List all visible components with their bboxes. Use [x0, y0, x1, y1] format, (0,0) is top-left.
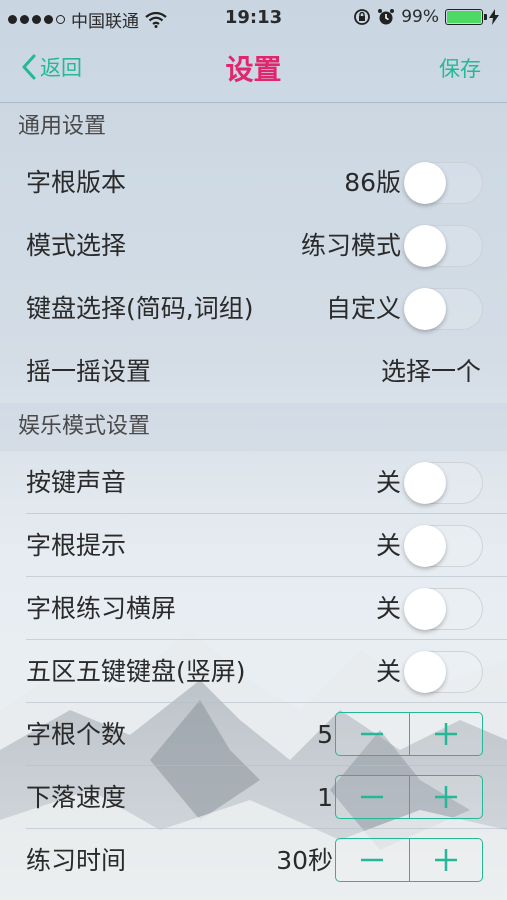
toggle-switch[interactable]	[404, 162, 483, 204]
battery-icon	[445, 9, 487, 25]
decrement-button[interactable]	[336, 839, 409, 881]
status-bar: 中国联通 19:13 99%	[0, 0, 507, 36]
row-label: 字根版本	[26, 168, 127, 197]
toggle-switch[interactable]	[404, 225, 483, 267]
settings-row-landscape-practice[interactable]: 字根练习横屏 关	[0, 577, 507, 640]
status-right: 99%	[353, 7, 499, 27]
toggle-knob	[404, 651, 446, 693]
row-label: 练习时间	[26, 846, 127, 875]
settings-row-shake-setting[interactable]: 摇一摇设置 选择一个	[0, 340, 507, 403]
increment-button[interactable]	[408, 713, 483, 755]
row-label: 字根练习横屏	[26, 594, 177, 623]
quantity-stepper	[335, 838, 483, 882]
settings-row-radical-hint[interactable]: 字根提示 关	[0, 514, 507, 577]
page-title: 设置	[225, 53, 282, 86]
increment-button[interactable]	[408, 839, 483, 881]
rotation-lock-icon	[354, 9, 371, 25]
toggle-knob	[404, 225, 446, 267]
settings-row-fall-speed: 下落速度 1	[0, 766, 507, 829]
toggle-switch[interactable]	[404, 588, 483, 630]
quantity-stepper	[335, 775, 483, 819]
alarm-icon	[378, 9, 395, 25]
row-label: 五区五键键盘(竖屏)	[26, 657, 246, 686]
row-value: 关	[375, 468, 401, 497]
battery-fill	[447, 11, 481, 23]
row-value: 5	[317, 720, 333, 749]
plus-icon	[434, 786, 457, 808]
settings-row-mode-select[interactable]: 模式选择 练习模式	[0, 214, 507, 277]
minus-icon	[361, 795, 384, 799]
row-value: 30秒	[276, 846, 333, 875]
row-label: 摇一摇设置	[26, 357, 152, 386]
row-label: 字根个数	[26, 720, 127, 749]
charging-bolt-icon	[489, 9, 499, 25]
row-value: 关	[375, 594, 401, 623]
row-value: 86版	[344, 168, 401, 197]
settings-row-practice-time: 练习时间 30秒	[0, 829, 507, 892]
decrement-button[interactable]	[336, 713, 409, 755]
row-value: 练习模式	[300, 231, 401, 260]
toggle-knob	[404, 288, 446, 330]
settings-row-five-zone-keyboard[interactable]: 五区五键键盘(竖屏) 关	[0, 640, 507, 703]
plus-icon	[434, 849, 457, 871]
minus-icon	[361, 858, 384, 862]
plus-icon	[434, 723, 457, 745]
toggle-knob	[404, 162, 446, 204]
increment-button[interactable]	[408, 776, 483, 818]
decrement-button[interactable]	[336, 776, 409, 818]
toggle-switch[interactable]	[404, 525, 483, 567]
row-label: 字根提示	[26, 531, 127, 560]
row-value: 关	[375, 531, 401, 560]
section-header-entertainment: 娱乐模式设置	[0, 403, 507, 451]
toggle-switch[interactable]	[404, 651, 483, 693]
navigation-bar: 返回 设置 保存	[0, 36, 507, 103]
section-header-general: 通用设置	[0, 103, 507, 151]
settings-row-radical-count: 字根个数 5	[0, 703, 507, 766]
toggle-switch[interactable]	[404, 462, 483, 504]
quantity-stepper	[335, 712, 483, 756]
settings-row-key-sound[interactable]: 按键声音 关	[0, 451, 507, 514]
row-value: 关	[375, 657, 401, 686]
minus-icon	[361, 732, 384, 736]
toggle-knob	[404, 462, 446, 504]
settings-row-keyboard-select[interactable]: 键盘选择(简码,词组) 自定义	[0, 277, 507, 340]
toggle-knob	[404, 588, 446, 630]
save-button[interactable]: 保存	[439, 53, 481, 83]
toggle-knob	[404, 525, 446, 567]
settings-row-radical-version[interactable]: 字根版本 86版	[0, 151, 507, 214]
row-value: 自定义	[325, 294, 401, 323]
row-label: 键盘选择(简码,词组)	[26, 294, 254, 323]
battery-percent: 99%	[401, 7, 439, 27]
row-label: 下落速度	[26, 783, 127, 812]
toggle-switch[interactable]	[404, 288, 483, 330]
row-value: 1	[317, 783, 333, 812]
row-label: 按键声音	[26, 468, 127, 497]
row-label: 模式选择	[26, 231, 127, 260]
row-value[interactable]: 选择一个	[381, 340, 481, 403]
